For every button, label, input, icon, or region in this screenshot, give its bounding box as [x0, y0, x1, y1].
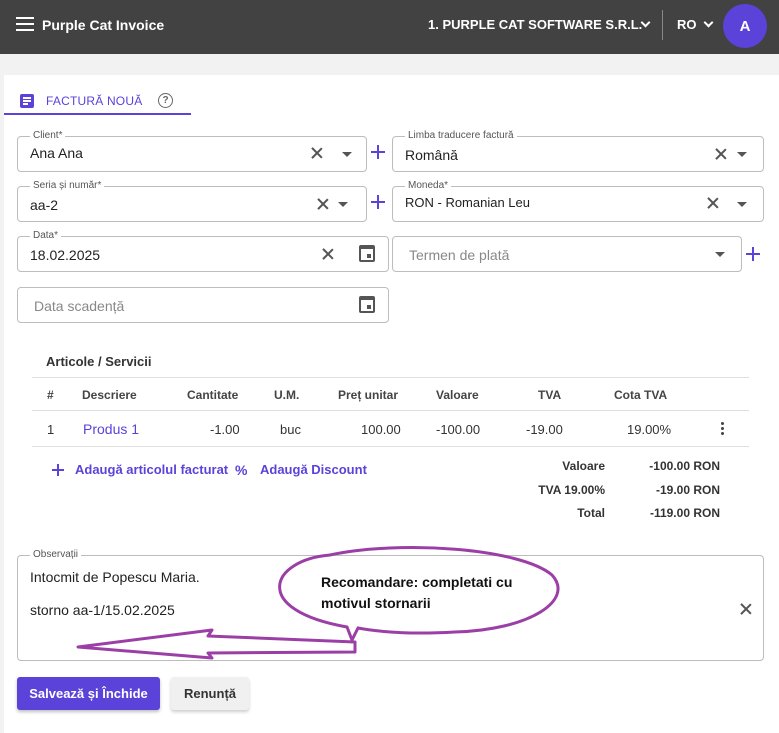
- translation-language-value: Română: [405, 147, 458, 163]
- add-item-link[interactable]: Adaugă articolul facturat: [75, 462, 228, 477]
- due-date-placeholder: Data scadență: [34, 298, 125, 314]
- item-unit-price: 100.00: [361, 422, 401, 437]
- column-header: Cota TVA: [614, 388, 668, 402]
- clear-icon[interactable]: [738, 601, 754, 617]
- total-vat-label: TVA 19.00%: [538, 483, 605, 497]
- tab-new-invoice[interactable]: FACTURĂ NOUĂ ?: [4, 85, 191, 115]
- cancel-button[interactable]: Renunță: [171, 677, 249, 710]
- total-value-amount: -100.00 RON: [649, 459, 720, 473]
- payment-term-placeholder: Termen de plată: [409, 247, 510, 263]
- clear-icon[interactable]: [705, 195, 721, 211]
- dropdown-arrow-icon[interactable]: [715, 252, 725, 257]
- add-payment-term-icon[interactable]: [746, 247, 760, 261]
- grand-total-amount: -119.00 RON: [649, 506, 720, 520]
- tab-label: FACTURĂ NOUĂ: [46, 94, 143, 108]
- percent-icon[interactable]: %: [235, 462, 247, 478]
- more-vert-icon[interactable]: [721, 422, 725, 436]
- item-quantity: -1.00: [210, 422, 240, 437]
- add-series-icon[interactable]: [371, 195, 385, 209]
- dropdown-arrow-icon[interactable]: [338, 202, 348, 207]
- date-value: 18.02.2025: [30, 247, 101, 263]
- dropdown-arrow-icon[interactable]: [737, 202, 747, 207]
- item-description-link[interactable]: Produs 1: [83, 421, 139, 437]
- annotation-text: Recomandare: completati cu motivul storn…: [321, 574, 513, 611]
- translation-language-label: Limba traducere factură: [405, 130, 517, 142]
- clear-icon[interactable]: [713, 146, 729, 162]
- save-and-close-button[interactable]: Salvează și Închide: [17, 677, 160, 710]
- dropdown-arrow-icon[interactable]: [737, 152, 747, 157]
- currency-field[interactable]: Moneda* RON - Romanian Leu: [392, 180, 764, 222]
- total-value-label: Valoare: [562, 459, 605, 473]
- series-number-field[interactable]: Seria și număr* aa-2: [17, 180, 367, 222]
- calendar-icon[interactable]: [359, 245, 375, 262]
- add-discount-link[interactable]: Adaugă Discount: [260, 462, 367, 477]
- currency-value: RON - Romanian Leu: [405, 195, 530, 210]
- app-title: Purple Cat Invoice: [42, 17, 165, 33]
- item-unit: buc: [280, 422, 301, 437]
- add-icon[interactable]: [52, 464, 64, 476]
- hamburger-menu-icon[interactable]: [16, 17, 34, 31]
- clear-icon[interactable]: [320, 246, 336, 262]
- series-number-label: Seria și număr*: [30, 180, 105, 192]
- column-header: #: [47, 388, 54, 402]
- client-field[interactable]: Client* Ana Ana: [17, 130, 367, 172]
- observations-line: Intocmit de Popescu Maria.: [30, 569, 200, 585]
- user-avatar[interactable]: A: [723, 4, 767, 48]
- divider: [662, 10, 663, 40]
- observations-label: Observații: [30, 549, 82, 561]
- row-index: 1: [47, 422, 55, 437]
- column-header: Cantitate: [187, 388, 239, 402]
- language-selector[interactable]: RO: [677, 17, 697, 32]
- help-icon[interactable]: ?: [158, 93, 173, 108]
- column-header: TVA: [538, 388, 562, 402]
- grand-total-label: Total: [577, 506, 605, 520]
- total-vat-amount: -19.00 RON: [655, 483, 720, 497]
- item-value: -100.00: [436, 422, 481, 437]
- client-value: Ana Ana: [30, 145, 83, 161]
- top-app-bar: Purple Cat Invoice 1. PURPLE CAT SOFTWAR…: [0, 0, 779, 54]
- date-label: Data*: [30, 230, 62, 242]
- articles-section-title: Articole / Servicii: [46, 354, 152, 369]
- table-header: # Descriere Cantitate U.M. Preț unitar V…: [32, 377, 749, 411]
- chevron-down-icon[interactable]: [703, 17, 714, 28]
- date-field[interactable]: Data* 18.02.2025: [17, 230, 389, 272]
- document-icon: [20, 94, 34, 108]
- client-label: Client*: [30, 130, 66, 142]
- translation-language-field[interactable]: Limba traducere factură Română: [392, 130, 764, 172]
- column-header: Descriere: [82, 388, 137, 402]
- currency-label: Moneda*: [405, 180, 452, 192]
- observations-line: storno aa-1/15.02.2025: [30, 602, 175, 618]
- column-header: U.M.: [274, 388, 300, 402]
- clear-icon[interactable]: [309, 145, 325, 161]
- table-row[interactable]: 1 Produs 1 -1.00 buc 100.00 -100.00 -19.…: [32, 411, 749, 447]
- series-number-value: aa-2: [30, 197, 59, 213]
- company-selector[interactable]: 1. PURPLE CAT SOFTWARE S.R.L.: [428, 17, 642, 32]
- clear-icon[interactable]: [315, 196, 331, 212]
- column-header: Valoare: [436, 388, 479, 402]
- column-header: Preț unitar: [338, 388, 399, 402]
- due-date-field[interactable]: Data scadență: [17, 287, 389, 323]
- payment-term-field[interactable]: Termen de plată: [392, 236, 742, 272]
- invoice-form-card: FACTURĂ NOUĂ ? Client* Ana Ana Limba tra…: [4, 75, 779, 733]
- add-client-icon[interactable]: [371, 145, 385, 159]
- dropdown-arrow-icon[interactable]: [342, 152, 352, 157]
- calendar-icon[interactable]: [359, 296, 375, 313]
- item-vat: -19.00: [526, 422, 563, 437]
- item-vat-rate: 19.00%: [627, 422, 672, 437]
